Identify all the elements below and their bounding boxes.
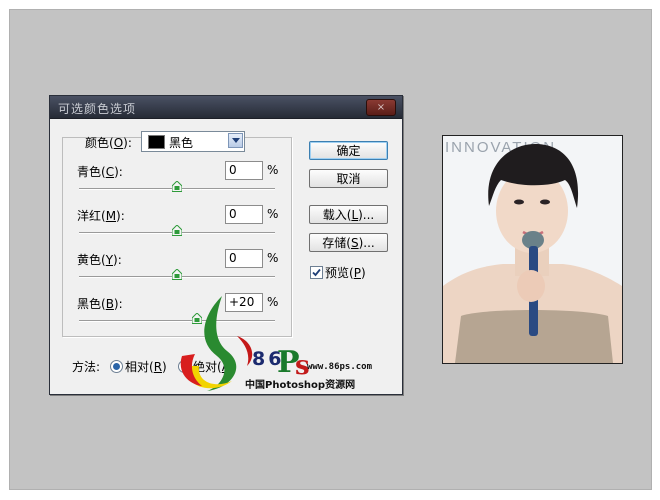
percent-unit: %	[267, 163, 279, 177]
percent-unit: %	[267, 251, 279, 265]
logo-caption: 中国Photoshop资源网	[245, 380, 356, 391]
ok-button[interactable]: 确定	[309, 141, 388, 160]
slider-thumb-0[interactable]	[171, 180, 183, 192]
logo-url: www.86ps.com	[307, 362, 373, 372]
preview-photo: INNOVATION	[442, 135, 623, 364]
close-icon: ×	[376, 102, 386, 113]
close-button[interactable]: ×	[366, 99, 396, 116]
slider-thumb-2[interactable]	[171, 268, 183, 280]
save-button[interactable]: 存储(S)...	[309, 233, 388, 252]
slider-label-3: 黑色(B):	[77, 297, 123, 311]
watermark-logo: 86 P s www.86ps.com 中国Photoshop资源网	[177, 296, 387, 396]
checkmark-icon	[312, 268, 321, 277]
colors-label: 颜色(O):	[85, 136, 132, 150]
relative-label[interactable]: 相对(R)	[125, 358, 167, 375]
cancel-button[interactable]: 取消	[309, 169, 388, 188]
radio-dot	[113, 363, 120, 370]
colors-select-value: 黑色	[169, 136, 194, 150]
percent-unit: %	[267, 207, 279, 221]
slider-value-input-2[interactable]: 0	[225, 249, 263, 268]
slider-label-1: 洋红(M):	[77, 209, 125, 223]
preview-checkbox[interactable]	[310, 266, 323, 279]
slider-label-0: 青色(C):	[77, 165, 123, 179]
method-label: 方法:	[72, 360, 101, 374]
slider-label-2: 黄色(Y):	[77, 253, 122, 267]
relative-radio[interactable]	[110, 360, 123, 373]
dialog-title: 可选颜色选项	[58, 102, 137, 116]
color-swatch	[148, 135, 165, 149]
chevron-down-icon[interactable]	[228, 133, 243, 148]
dialog-titlebar[interactable]: 可选颜色选项 ×	[50, 96, 402, 119]
preview-label[interactable]: 预览(P)	[325, 264, 366, 281]
slider-value-input-0[interactable]: 0	[225, 161, 263, 180]
colors-select[interactable]: 黑色	[141, 131, 245, 152]
load-button[interactable]: 载入(L)...	[309, 205, 388, 224]
woman-with-microphone-image: INNOVATION	[443, 136, 622, 363]
slider-value-input-1[interactable]: 0	[225, 205, 263, 224]
slider-thumb-1[interactable]	[171, 224, 183, 236]
